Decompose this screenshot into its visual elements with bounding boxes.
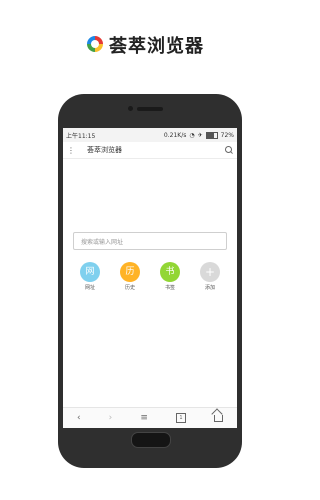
search-input[interactable]: 搜索或输入网址 [73, 232, 227, 250]
home-icon[interactable] [213, 414, 223, 422]
status-bar: 上午11:15 0.21K/s ◔ ✈ 72% [63, 128, 237, 142]
wifi-icon: ◔ [189, 131, 195, 139]
front-camera [128, 106, 133, 111]
menu-icon[interactable]: ⋮ [67, 146, 77, 155]
airplane-icon: ✈ [197, 131, 203, 139]
search-placeholder: 搜索或输入网址 [81, 239, 124, 246]
shortcut-label: 网址 [84, 285, 95, 291]
phone-screen: 上午11:15 0.21K/s ◔ ✈ 72% ⋮ 荟萃浏览器 搜索或输入网址 … [63, 128, 237, 428]
battery-icon [205, 131, 218, 139]
shortcut-add[interactable]: + 添加 [197, 262, 223, 291]
shortcut-websites[interactable]: 网 网址 [77, 262, 103, 291]
home-button[interactable] [131, 432, 171, 448]
app-logo-icon [87, 36, 103, 52]
tabs-icon[interactable]: 1 [175, 413, 186, 423]
add-icon: + [200, 262, 220, 282]
back-icon[interactable]: ‹ [77, 413, 81, 423]
phone-frame: 上午11:15 0.21K/s ◔ ✈ 72% ⋮ 荟萃浏览器 搜索或输入网址 … [58, 94, 242, 468]
history-icon: 历 [120, 262, 140, 282]
status-time: 上午11:15 [66, 132, 96, 140]
menu-lines-icon[interactable]: ≡ [140, 413, 148, 423]
search-icon[interactable] [225, 146, 233, 154]
shortcut-grid: 网 网址 历 历史 书 书签 + 添加 [73, 262, 227, 291]
bookmarks-icon: 书 [160, 262, 180, 282]
app-title: 荟萃浏览器 [87, 146, 122, 154]
shortcut-history[interactable]: 历 历史 [117, 262, 143, 291]
promo-header: 荟萃浏览器 [0, 28, 300, 60]
battery-level: 72% [220, 131, 234, 139]
shortcut-bookmarks[interactable]: 书 书签 [157, 262, 183, 291]
websites-icon: 网 [80, 262, 100, 282]
earpiece [137, 107, 163, 111]
shortcut-label: 添加 [204, 285, 215, 291]
shortcut-label: 书签 [164, 285, 175, 291]
forward-icon[interactable]: › [109, 413, 113, 423]
app-bar: ⋮ 荟萃浏览器 [63, 142, 237, 159]
status-speed: 0.21K/s [163, 131, 187, 139]
shortcut-label: 历史 [124, 285, 135, 291]
promo-title: 荟萃浏览器 [109, 36, 204, 57]
bottom-nav: ‹ › ≡ 1 [63, 407, 237, 428]
